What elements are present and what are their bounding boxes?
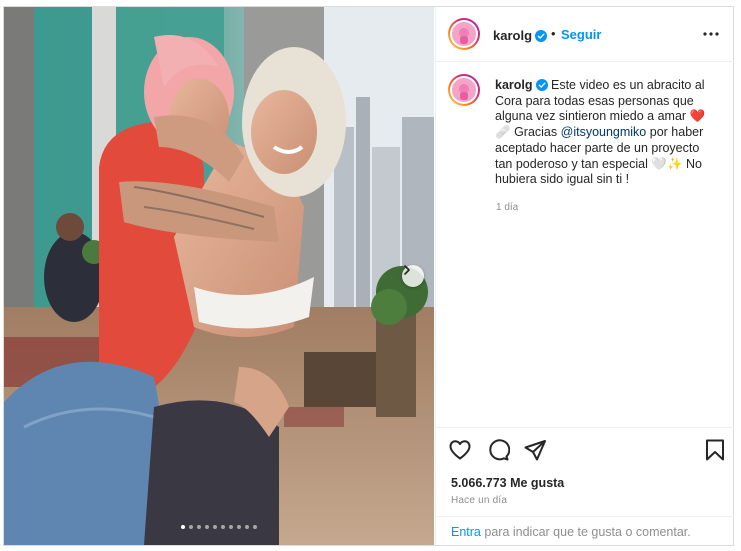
comment-icon[interactable] [486, 438, 510, 462]
post-dialog: karolg • Seguir karolg Este video es un … [3, 6, 734, 546]
login-prompt-text: para indicar que te gusta o comentar. [484, 525, 691, 539]
carousel-dot [237, 525, 241, 529]
chevron-right-icon [404, 265, 410, 275]
send-icon[interactable] [523, 438, 547, 462]
more-options-icon[interactable] [702, 25, 720, 43]
post-caption: karolg Este video es un abracito al Cora… [495, 78, 720, 188]
caption-avatar[interactable] [448, 74, 480, 106]
like-count[interactable]: 5.066.773 Me gusta [451, 476, 564, 490]
avatar-illustration-icon [459, 84, 469, 100]
avatar-illustration-icon [459, 28, 469, 44]
carousel-dot [213, 525, 217, 529]
header-separator: • [551, 26, 556, 41]
bookmark-icon[interactable] [704, 438, 726, 462]
header-username-row: karolg [493, 27, 548, 45]
carousel-dot [189, 525, 193, 529]
carousel-dot [205, 525, 209, 529]
caption-username[interactable]: karolg [495, 78, 533, 92]
post-media[interactable] [4, 7, 434, 545]
verified-badge-icon [535, 79, 548, 91]
post-side-panel: karolg • Seguir karolg Este video es un … [435, 7, 734, 545]
mention-link[interactable]: @itsyoungmiko [561, 125, 647, 139]
caption-text-2: Gracias [514, 125, 558, 140]
post-timestamp: Hace un día [451, 495, 508, 506]
carousel-dot [181, 525, 185, 529]
carousel-dot [245, 525, 249, 529]
carousel-dot [253, 525, 257, 529]
post-header: karolg • Seguir [436, 7, 734, 62]
carousel-dot [229, 525, 233, 529]
carousel-dot [197, 525, 201, 529]
caption-timestamp[interactable]: 1 día [496, 202, 518, 213]
verified-badge-icon [535, 30, 548, 42]
follow-button[interactable]: Seguir [561, 27, 601, 42]
comments-section: karolg Este video es un abracito al Cora… [436, 62, 734, 426]
caption-emoji-2: 🤍✨ [651, 156, 683, 171]
username[interactable]: karolg [493, 28, 532, 43]
carousel-dot [221, 525, 225, 529]
heart-icon[interactable] [448, 438, 472, 462]
comment-login-prompt: Entra para indicar que te gusta o coment… [436, 516, 734, 546]
post-photo [4, 7, 434, 545]
login-link[interactable]: Entra [451, 525, 481, 539]
avatar[interactable] [448, 18, 480, 50]
post-actions: 5.066.773 Me gusta Hace un día Entra par… [436, 427, 734, 545]
carousel-next-button[interactable] [402, 265, 424, 287]
carousel-indicator [4, 525, 434, 529]
